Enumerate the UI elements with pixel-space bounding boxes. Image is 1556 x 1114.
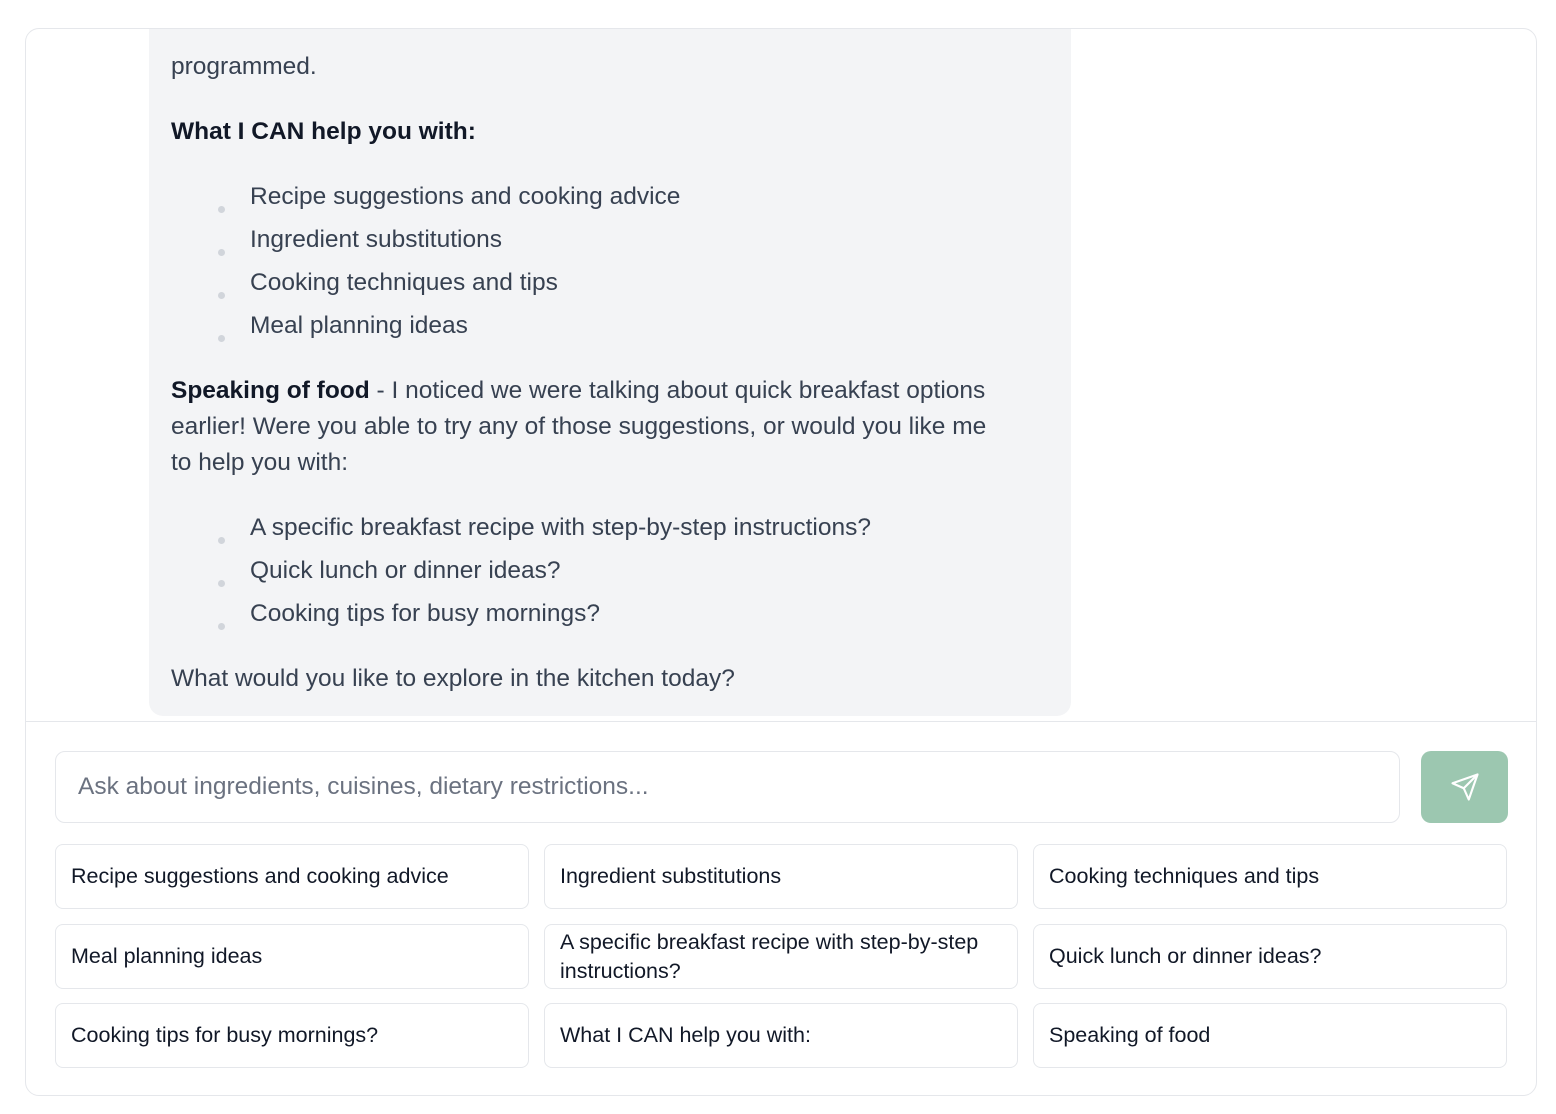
speaking-text: - I noticed we were talking about quick … [369,377,986,404]
suggestion-chip[interactable]: Recipe suggestions and cooking advice [55,844,529,909]
speaking-paragraph-line: Speaking of food - I noticed we were tal… [171,373,985,409]
composer: Recipe suggestions and cooking advice In… [26,721,1536,1095]
send-button[interactable] [1421,751,1508,823]
suggestion-chip[interactable]: Cooking techniques and tips [1033,844,1507,909]
speaking-paragraph-line: to help you with: [171,449,349,476]
assistant-message: programmed. What I CAN help you with: Re… [149,29,1071,716]
suggestion-chip[interactable]: What I CAN help you with: [544,1003,1018,1068]
paper-plane-icon [1450,772,1480,802]
message-list: programmed. What I CAN help you with: Re… [26,29,1536,721]
suggestion-chip[interactable]: Quick lunch or dinner ideas? [1033,924,1507,989]
bullet-dot [218,292,225,299]
suggestion-chip[interactable]: Speaking of food [1033,1003,1507,1068]
list-item: Cooking techniques and tips [250,269,558,296]
bullet-dot [218,537,225,544]
list-item: Ingredient substitutions [250,226,502,253]
suggestion-chip[interactable]: A specific breakfast recipe with step-by… [544,924,1018,989]
list-item: Cooking tips for busy mornings? [250,600,600,627]
chat-panel: programmed. What I CAN help you with: Re… [25,28,1537,1096]
bullet-dot [218,335,225,342]
list-item: Recipe suggestions and cooking advice [250,183,681,210]
can-help-heading: What I CAN help you with: [171,118,476,145]
message-closing: What would you like to explore in the ki… [171,665,735,692]
speaking-paragraph-line: earlier! Were you able to try any of tho… [171,413,987,440]
message-intro-tail: programmed. [171,53,317,80]
bullet-dot [218,623,225,630]
bullet-dot [218,580,225,587]
suggestion-chip[interactable]: Cooking tips for busy mornings? [55,1003,529,1068]
bullet-dot [218,206,225,213]
list-item: Quick lunch or dinner ideas? [250,557,561,584]
chat-input[interactable] [55,751,1400,823]
suggestion-chip[interactable]: Meal planning ideas [55,924,529,989]
speaking-bold: Speaking of food [171,377,370,404]
list-item: A specific breakfast recipe with step-by… [250,514,871,541]
bullet-dot [218,249,225,256]
list-item: Meal planning ideas [250,312,468,339]
suggestion-chip[interactable]: Ingredient substitutions [544,844,1018,909]
